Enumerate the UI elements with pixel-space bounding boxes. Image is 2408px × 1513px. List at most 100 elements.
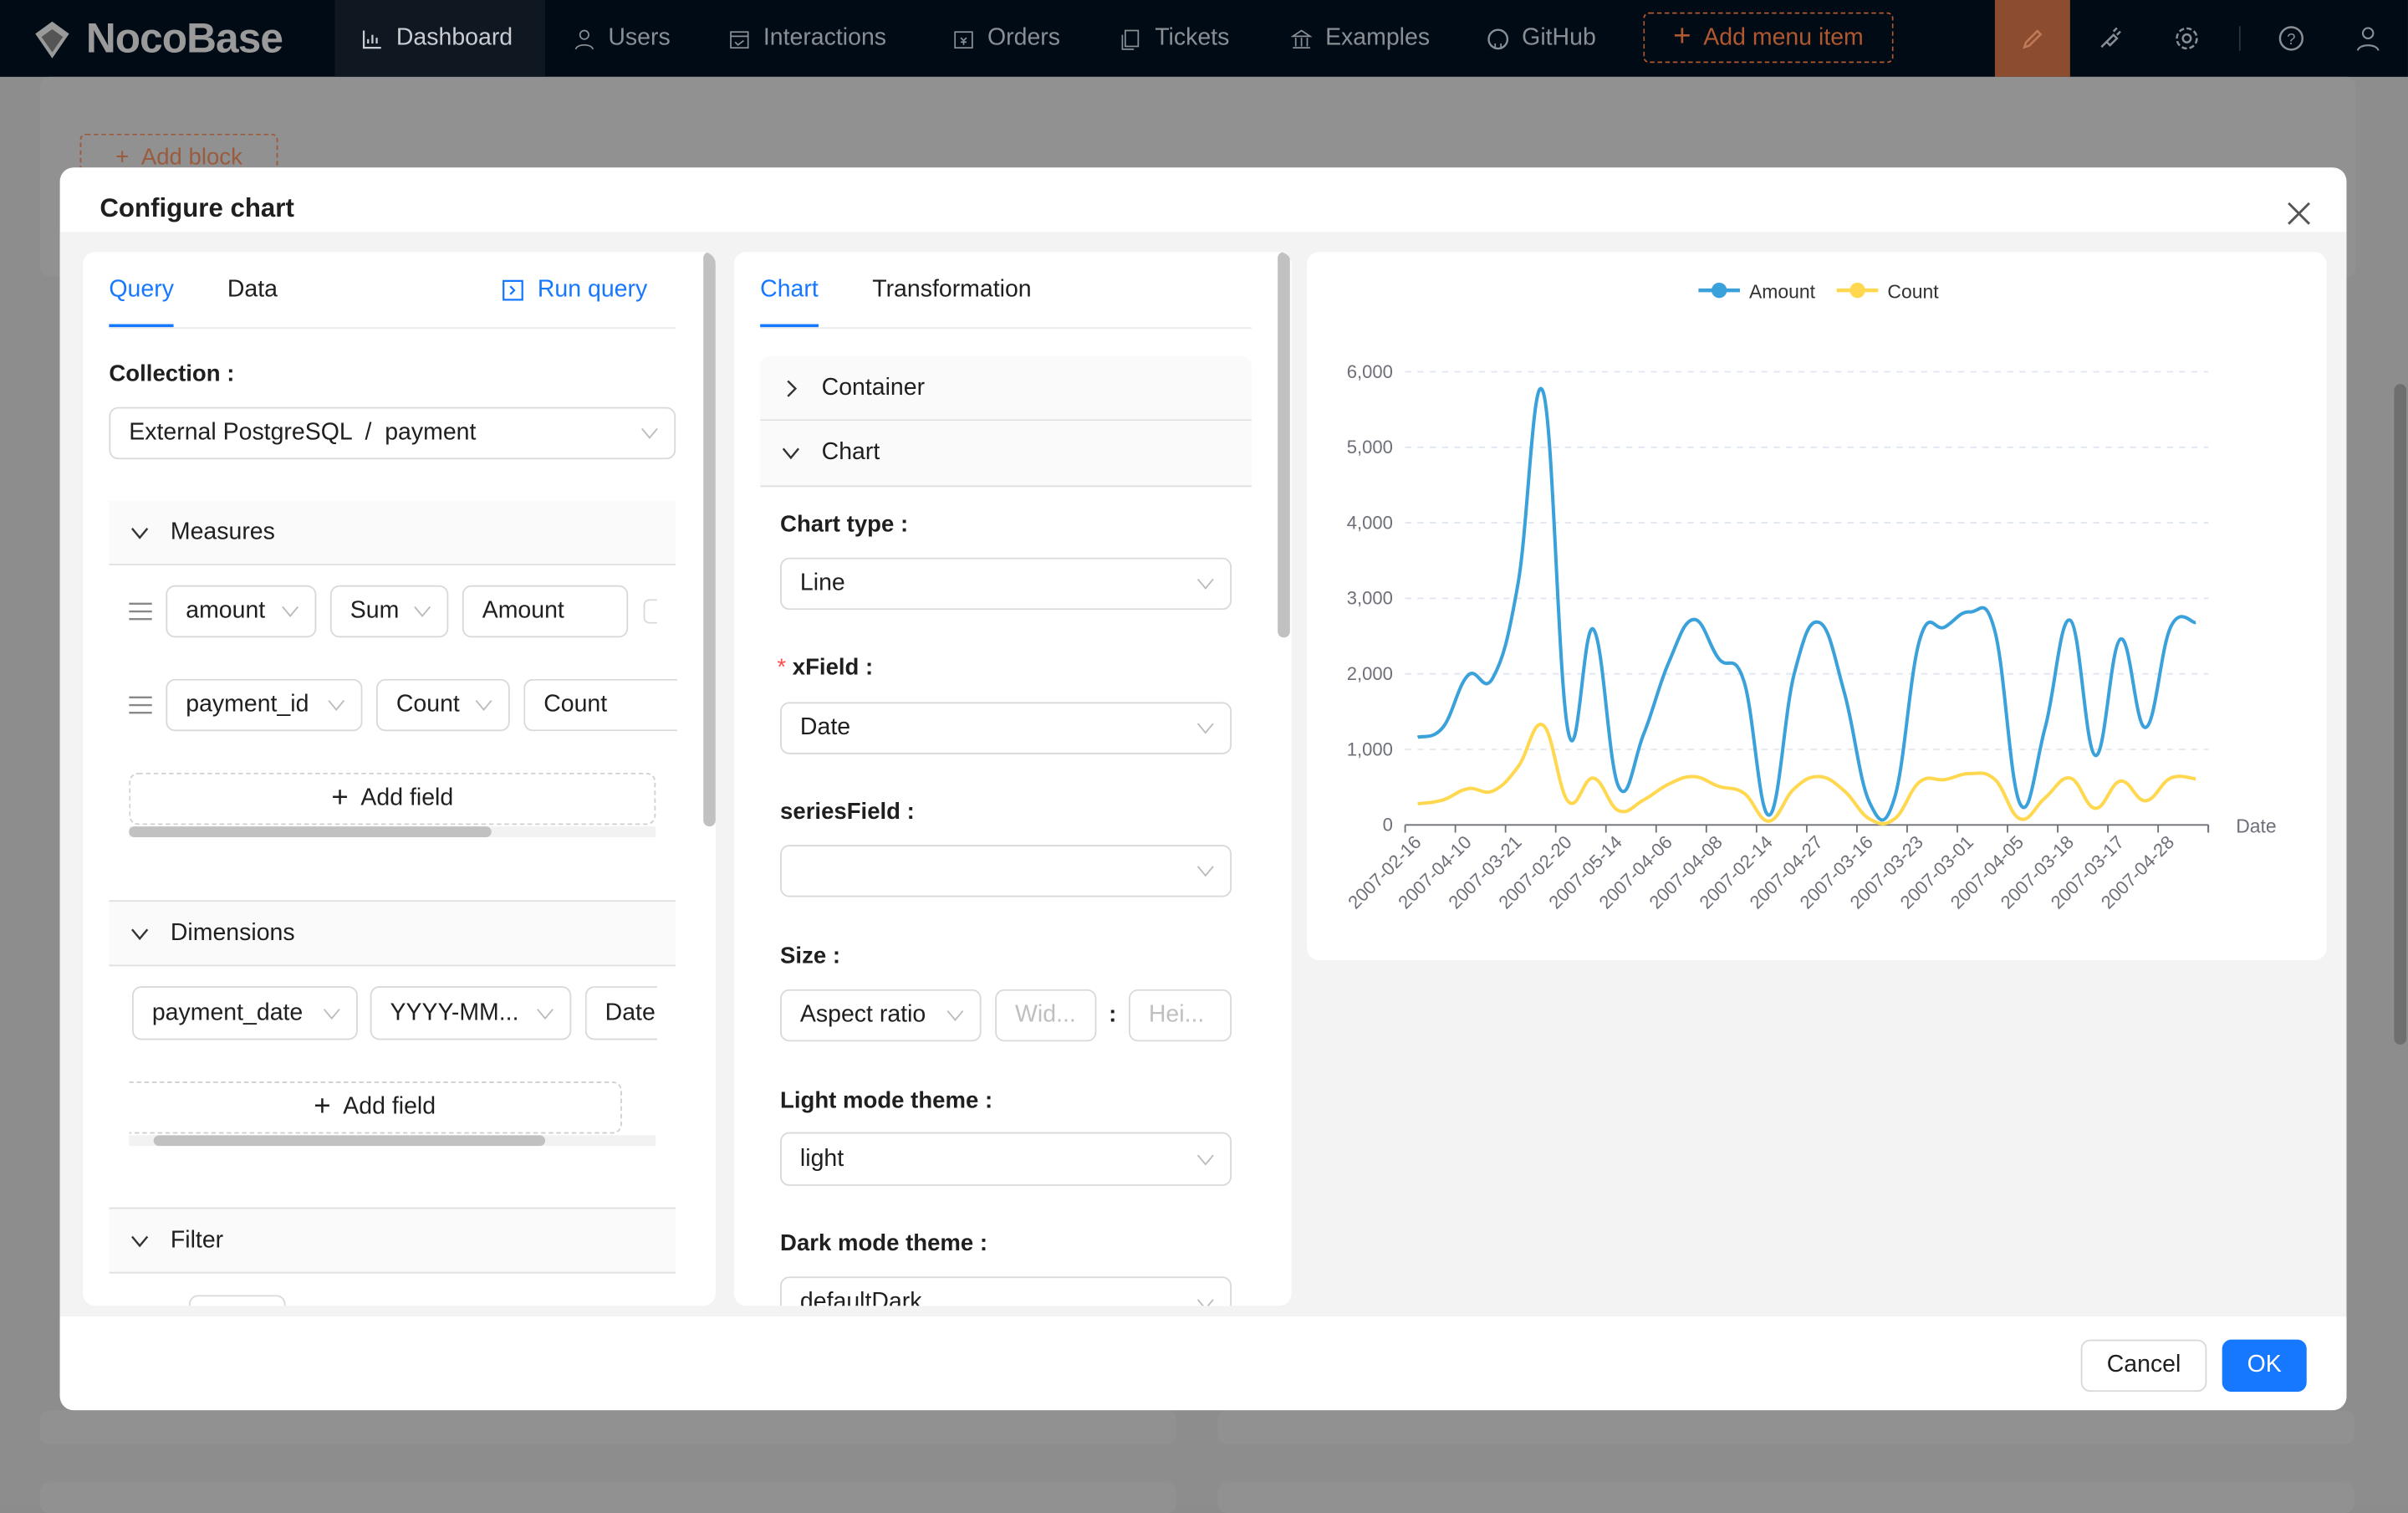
- size-mode-select[interactable]: Aspect ratio: [780, 989, 982, 1042]
- drag-handle-icon[interactable]: [129, 602, 152, 621]
- measure-alias-input[interactable]: Amount: [462, 585, 629, 638]
- tab-chart[interactable]: Chart: [760, 277, 819, 304]
- github-icon: [1487, 28, 1509, 49]
- logo-icon: [35, 21, 69, 59]
- add-menu-item-button[interactable]: + Add menu item: [1643, 12, 1894, 64]
- width-input[interactable]: Wid...: [995, 989, 1097, 1042]
- modal-title: Configure chart: [99, 193, 294, 223]
- nav-item-users[interactable]: Users: [573, 0, 671, 77]
- measure-aggregation-select[interactable]: Sum: [329, 585, 449, 638]
- user-icon[interactable]: [2354, 24, 2382, 52]
- help-icon[interactable]: ?: [2278, 24, 2305, 52]
- chevron-down-icon: [1196, 723, 1214, 734]
- tab-data[interactable]: Data: [227, 277, 278, 304]
- bar-chart-icon: [362, 29, 381, 49]
- chevron-down-icon: [323, 1008, 340, 1020]
- y-tick-label: 0: [1383, 815, 1393, 836]
- dimension-alias-input[interactable]: Date: [584, 986, 658, 1040]
- query-panel-scrollbar[interactable]: [703, 252, 716, 827]
- drag-handle-icon[interactable]: [129, 696, 152, 714]
- container-section-header[interactable]: Container: [760, 356, 1252, 422]
- user-icon: [574, 28, 594, 49]
- chevron-down-icon: [131, 1234, 149, 1247]
- ok-button[interactable]: OK: [2222, 1339, 2307, 1393]
- legend-marker: [1849, 282, 1865, 299]
- dark-theme-label: Dark mode theme :: [780, 1230, 988, 1257]
- scrollbar-thumb[interactable]: [153, 1135, 546, 1147]
- line-chart: 01,0002,0003,0004,0005,0006,0002007-02-1…: [1344, 280, 2276, 912]
- chart-config-scrollbar[interactable]: [1278, 252, 1290, 638]
- chevron-down-icon: [328, 699, 345, 711]
- measure-alias-input[interactable]: Count: [523, 678, 677, 732]
- copy-icon: [1121, 28, 1140, 49]
- highlight-icon: [2023, 28, 2043, 49]
- chevron-right-icon: [787, 379, 798, 396]
- cancel-button[interactable]: Cancel: [2080, 1339, 2207, 1393]
- dimension-field-select[interactable]: payment_date: [131, 986, 358, 1040]
- chart-config-panel: Chart Transformation Container Chart Cha…: [733, 252, 1292, 1306]
- chevron-down-icon: [1196, 1153, 1214, 1165]
- collection-select[interactable]: External PostgreSQL / payment: [109, 406, 676, 460]
- background-card: [1217, 1482, 2354, 1513]
- yen-calendar-icon: [954, 30, 973, 49]
- calendar-icon: [730, 30, 749, 49]
- ui-editor-toggle[interactable]: [1994, 0, 2070, 77]
- dimensions-section-header[interactable]: Dimensions: [109, 900, 676, 967]
- modal-footer: Cancel OK: [59, 1316, 2347, 1411]
- xfield-select[interactable]: Date: [780, 702, 1232, 754]
- nav-item-interactions[interactable]: Interactions: [728, 0, 886, 77]
- measures-section-header[interactable]: Measures: [109, 500, 676, 565]
- modal-body: Query Data Run query Collection : Extern…: [59, 232, 2347, 1317]
- collection-label: Collection :: [109, 360, 235, 387]
- legend-marker: [1712, 282, 1727, 299]
- filter-section-header[interactable]: Filter: [109, 1207, 676, 1274]
- dimensions-horizontal-scrollbar[interactable]: [129, 1135, 656, 1147]
- chevron-down-icon: [414, 606, 431, 617]
- measure-aggregation-select[interactable]: Count: [375, 678, 510, 732]
- light-theme-select[interactable]: light: [780, 1132, 1232, 1186]
- measure-field-select[interactable]: payment_id: [166, 678, 363, 732]
- chevron-down-icon: [782, 447, 800, 460]
- chevron-down-icon: [537, 1008, 554, 1020]
- tab-query[interactable]: Query: [109, 277, 174, 304]
- nav-item-tickets[interactable]: Tickets: [1120, 0, 1229, 77]
- tab-transformation[interactable]: Transformation: [872, 277, 1031, 304]
- dark-theme-select[interactable]: defaultDark: [780, 1276, 1232, 1306]
- run-query-button[interactable]: Run query: [503, 277, 647, 304]
- chevron-down-icon: [1196, 578, 1214, 590]
- plus-icon: +: [115, 144, 130, 171]
- page-scrollbar[interactable]: [2394, 384, 2407, 1045]
- measures-horizontal-scrollbar[interactable]: [129, 826, 656, 838]
- nav-item-examples[interactable]: Examples: [1290, 0, 1430, 77]
- legend-label: Count: [1887, 280, 1939, 302]
- add-dimension-field-button[interactable]: + Add field: [129, 1081, 622, 1134]
- measure-field-select[interactable]: amount: [166, 585, 317, 638]
- plus-icon: +: [1673, 19, 1691, 54]
- y-tick-label: 6,000: [1347, 361, 1393, 382]
- plus-icon: +: [331, 781, 349, 815]
- chevron-down-icon: [1196, 866, 1214, 877]
- chart-section-header[interactable]: Chart: [760, 421, 1252, 488]
- settings-icon[interactable]: [2173, 24, 2201, 52]
- required-marker: *: [777, 654, 793, 681]
- query-panel: Query Data Run query Collection : Extern…: [83, 252, 716, 1306]
- add-measure-field-button[interactable]: + Add field: [129, 772, 656, 826]
- height-input[interactable]: Hei...: [1128, 989, 1232, 1042]
- dimension-format-select[interactable]: YYYY-MM...: [370, 986, 572, 1040]
- run-icon: [503, 279, 523, 301]
- nav-item-orders[interactable]: Orders: [952, 0, 1060, 77]
- close-icon[interactable]: [2285, 200, 2313, 227]
- light-theme-label: Light mode theme :: [780, 1087, 993, 1114]
- nav-item-dashboard[interactable]: Dashboard: [334, 0, 546, 77]
- background-card: [39, 1482, 1176, 1513]
- chart-type-select[interactable]: Line: [780, 557, 1232, 611]
- scrollbar-thumb[interactable]: [129, 826, 492, 838]
- logo[interactable]: NocoBase: [28, 0, 283, 77]
- measure-extra-control[interactable]: [643, 599, 658, 624]
- x-axis-title: Date: [2236, 815, 2276, 836]
- nav-item-github[interactable]: GitHub: [1487, 0, 1596, 77]
- series-field-select[interactable]: [780, 845, 1232, 897]
- top-navbar: NocoBase Dashboard Users Interactions Or…: [0, 0, 2408, 77]
- filter-control[interactable]: [188, 1295, 286, 1306]
- plugin-icon[interactable]: [2096, 24, 2124, 52]
